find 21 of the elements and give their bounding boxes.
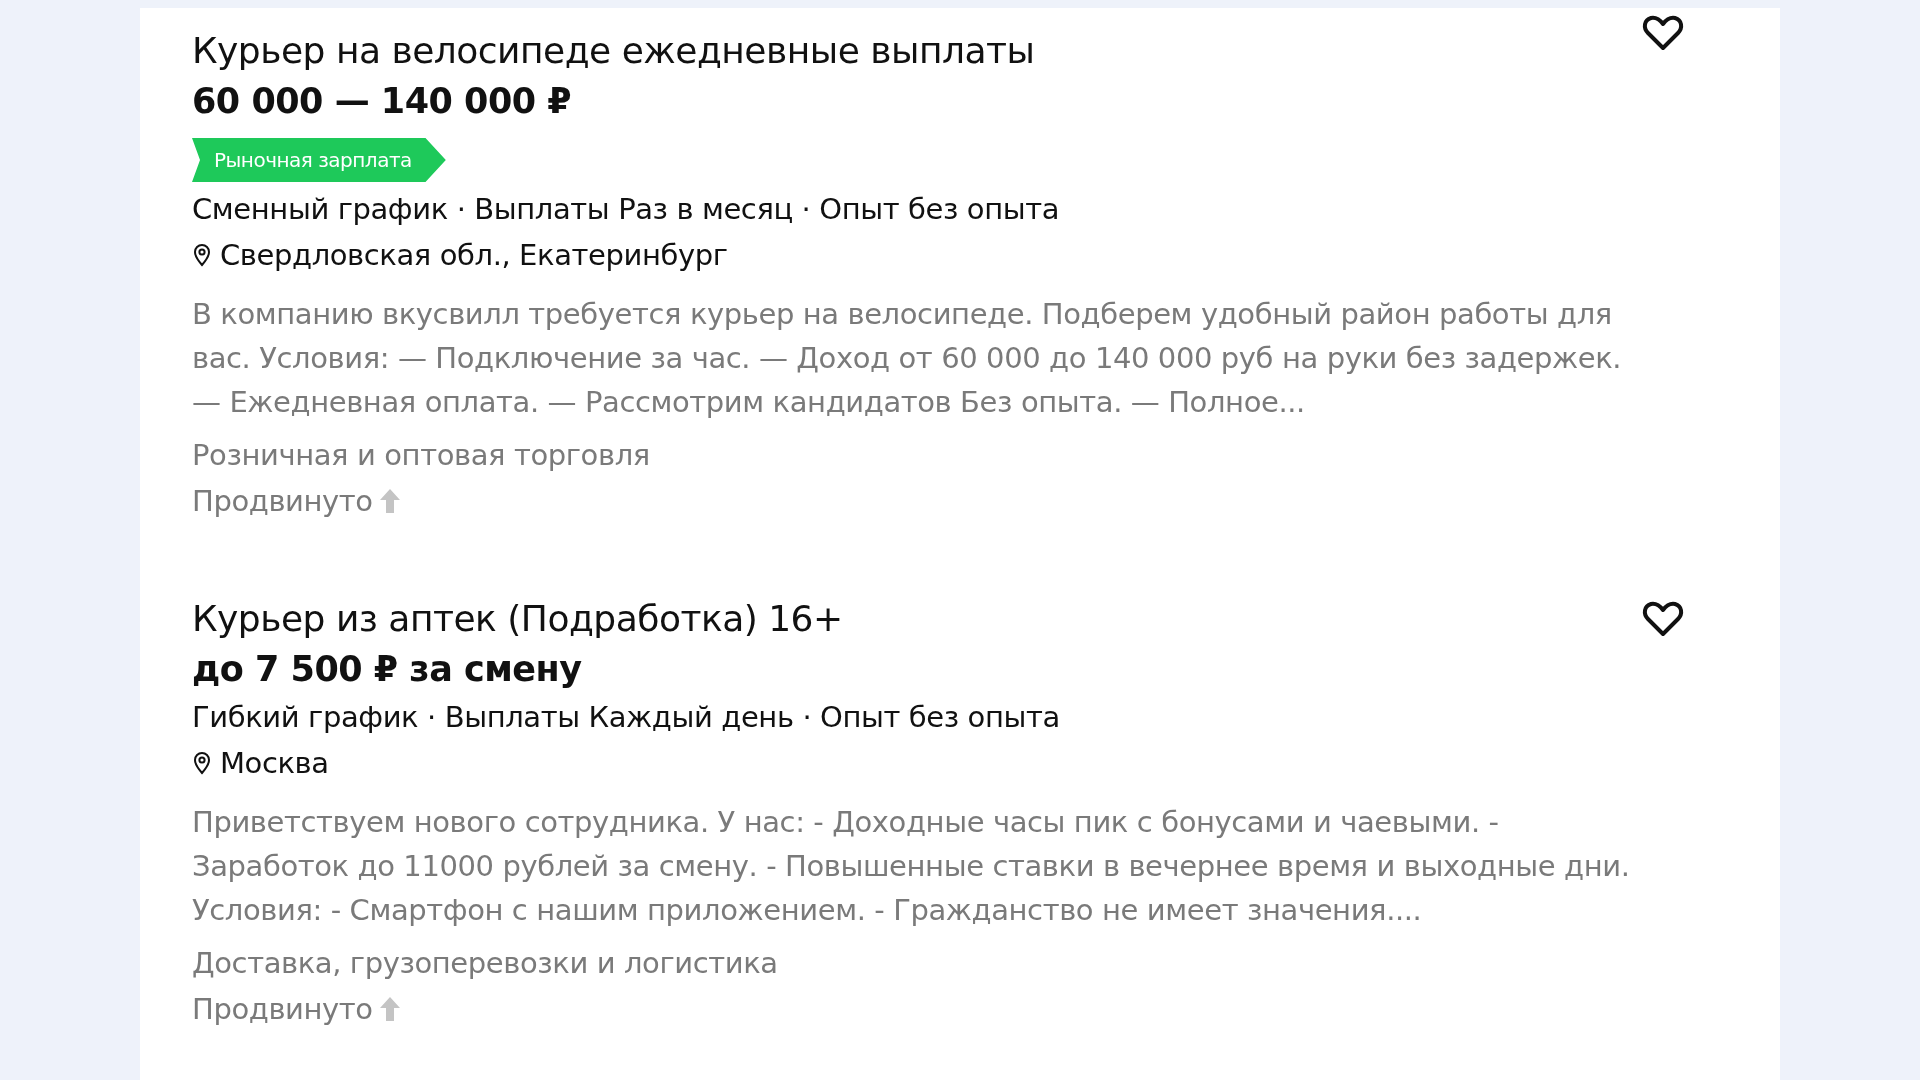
up-arrow-icon [378,996,401,1022]
location-text: Свердловская обл., Екатеринбург [220,237,728,274]
description-text: В компанию вкусвилл требуется курьер на велосипеде. Подберем удобный район работы для вас. Условия: — Подключение за час. — Доход от 60 000 до 140 000 руб на руки без задержек. — Ежедневная оплата. — Рассмотрим кандидатов Без опыта. — Полное... [192,296,1623,421]
salary-text: до 7 500 ₽ за смену [192,648,582,691]
location-pin-icon [192,751,212,775]
job-details-text: Гибкий график · Выплаты Каждый день · Опыт без опыта [192,699,1060,736]
description-text: Приветствуем нового сотрудника. У нас: - Доходные часы пик с бонусами и чаевыми. - Заработок до 11000 рублей за смену. - Повышенные ставки в вечернее время и выходные дни. Условия: - Смартфон с нашим приложением. - Гражданство не имеет значения.... [192,804,1631,929]
job-title[interactable]: Курьер из аптек (Подработка) 16+ [192,594,843,644]
location-text: Москва [220,745,329,782]
job-details-text: Сменный график · Выплаты Раз в месяц · Опыт без опыта [192,191,1060,228]
up-arrow-icon [378,488,401,514]
location-pin-icon [192,243,212,267]
salary-text: 60 000 — 140 000 ₽ [192,80,572,123]
category-text: Розничная и оптовая торговля [192,437,650,474]
market-salary-badge: Рыночная зарплата [192,138,446,182]
heart-icon[interactable] [1642,600,1684,638]
promoted-label: Продвинуто [192,483,373,520]
job-title[interactable]: Курьер на велосипеде ежедневные выплаты [192,26,1035,76]
promoted-label: Продвинуто [192,991,373,1028]
heart-icon[interactable] [1642,14,1684,52]
category-text: Доставка, грузоперевозки и логистика [192,945,778,982]
